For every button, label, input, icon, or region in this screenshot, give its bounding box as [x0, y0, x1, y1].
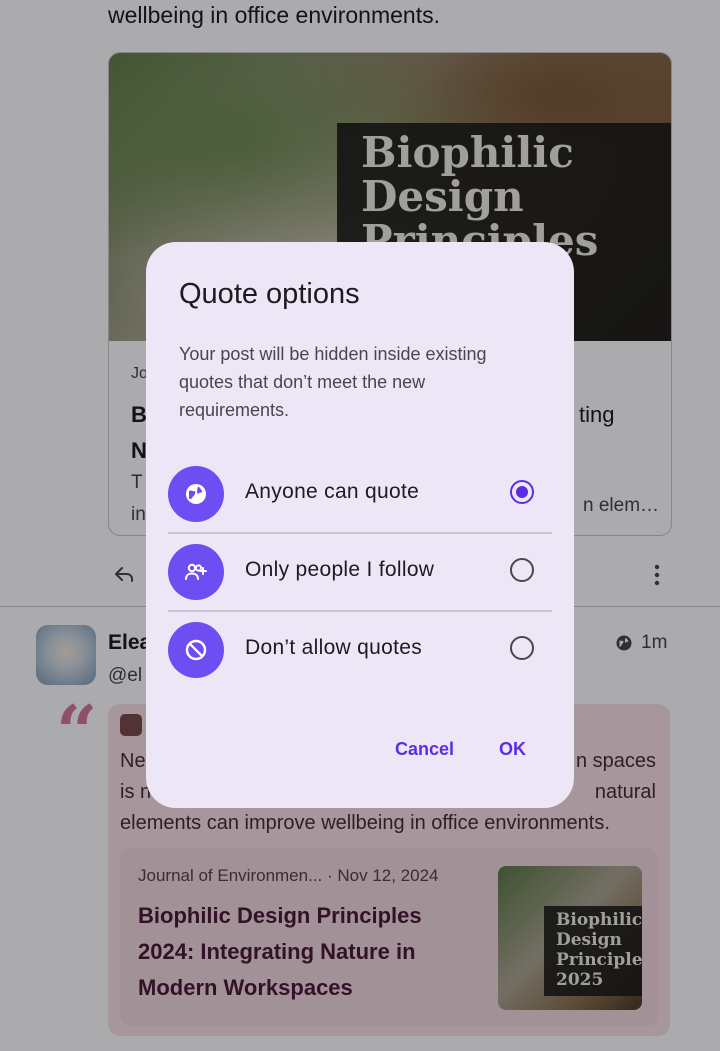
people-add-icon [168, 544, 224, 600]
dialog-title: Quote options [179, 278, 360, 310]
radio-unselected[interactable] [510, 558, 534, 582]
radio-selected[interactable] [510, 480, 534, 504]
option-anyone-can-quote[interactable]: Anyone can quote [146, 456, 574, 532]
option-label: Don’t allow quotes [245, 636, 422, 659]
ok-button[interactable]: OK [499, 739, 526, 760]
quote-options-dialog: Quote options Your post will be hidden i… [146, 242, 574, 808]
option-only-people-i-follow[interactable]: Only people I follow [146, 534, 574, 610]
dialog-description: Your post will be hidden inside existing… [179, 344, 487, 420]
globe-icon [168, 466, 224, 522]
radio-unselected[interactable] [510, 636, 534, 660]
option-dont-allow-quotes[interactable]: Don’t allow quotes [146, 612, 574, 688]
option-label: Anyone can quote [245, 480, 420, 503]
block-icon [168, 622, 224, 678]
cancel-button[interactable]: Cancel [395, 739, 454, 760]
option-label: Only people I follow [245, 558, 435, 581]
